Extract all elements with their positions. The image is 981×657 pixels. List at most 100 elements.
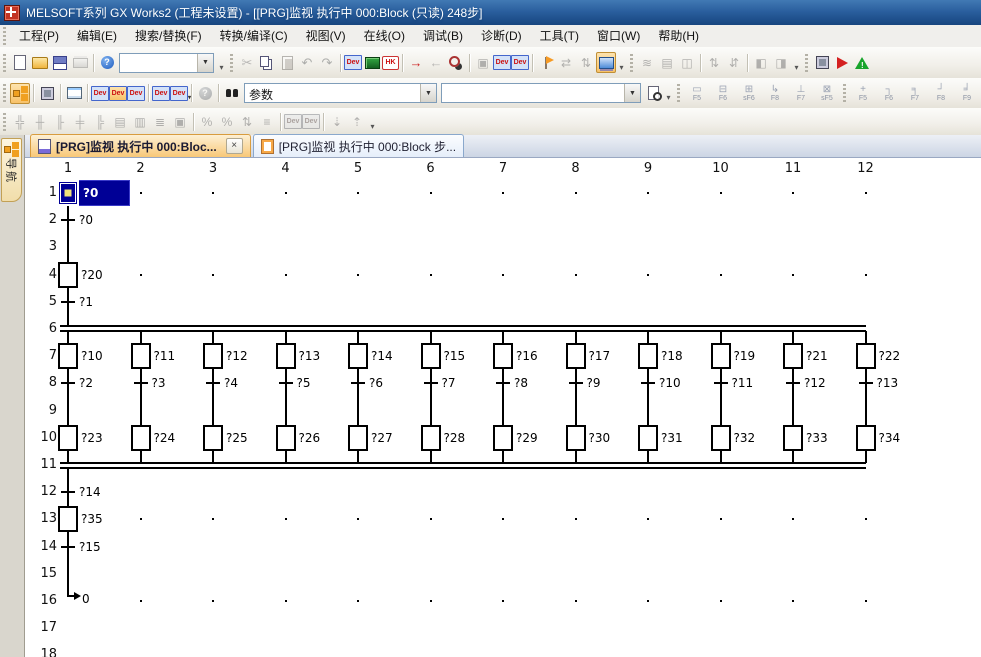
ladder-edit-b-button[interactable]: ▤ bbox=[657, 52, 677, 73]
module-configuration-button[interactable] bbox=[37, 83, 57, 104]
sfc-dummy-sf6-button[interactable]: ⊞sF6 bbox=[736, 81, 762, 105]
sfc-edit-1-button[interactable]: ╬ bbox=[10, 111, 30, 132]
redo-button[interactable]: ↷ bbox=[317, 52, 337, 73]
toolbar-overflow-button[interactable]: ▾ bbox=[367, 111, 378, 133]
sfc-line-f9-button[interactable]: ╛F9 bbox=[954, 81, 980, 105]
context-help-button[interactable] bbox=[195, 83, 215, 104]
sfc-sel-converge-f6-button[interactable]: ┐F6 bbox=[876, 81, 902, 105]
step[interactable] bbox=[276, 343, 296, 369]
snapshot-button[interactable]: ▣ bbox=[473, 52, 493, 73]
transition[interactable] bbox=[134, 382, 148, 384]
ladder-edit-c-button[interactable]: ◫ bbox=[677, 52, 697, 73]
device-reference-button[interactable]: Dev bbox=[127, 86, 145, 101]
sfc-edit-2-button[interactable]: ╫ bbox=[30, 111, 50, 132]
step[interactable] bbox=[348, 425, 368, 451]
read-from-plc-button[interactable]: ← bbox=[426, 52, 446, 73]
sfc-convert-3-button[interactable]: ⇅ bbox=[237, 111, 257, 132]
block-right-button[interactable]: ◨ bbox=[771, 52, 791, 73]
sfc-convert-1-button[interactable]: % bbox=[197, 111, 217, 132]
transition[interactable] bbox=[714, 382, 728, 384]
transition[interactable] bbox=[61, 219, 75, 221]
toolbar-overflow-button[interactable]: ▾ bbox=[791, 52, 802, 74]
transition[interactable] bbox=[351, 382, 365, 384]
sfc-sel-branch-f5-button[interactable]: +F5 bbox=[850, 81, 876, 105]
sfc-edit-7-button[interactable]: ▥ bbox=[130, 111, 150, 132]
active-document-tab[interactable]: [PRG]监视 执行中 000:Bloc...× bbox=[30, 134, 251, 157]
transition[interactable] bbox=[569, 382, 583, 384]
new-project-button[interactable] bbox=[10, 52, 30, 73]
sfc-transition-f7-button[interactable]: ⊥F7 bbox=[788, 81, 814, 105]
device-display-dropdown[interactable]: Dev bbox=[152, 86, 170, 101]
step[interactable] bbox=[638, 425, 658, 451]
sfc-par-converge-f8-button[interactable]: ┘F8 bbox=[928, 81, 954, 105]
dropdown-arrow-icon[interactable]: ▼ bbox=[420, 84, 436, 102]
menu-item-w[interactable]: 窗口(W) bbox=[588, 25, 649, 47]
ladder-edit-a-button[interactable]: ≋ bbox=[637, 52, 657, 73]
step[interactable] bbox=[566, 425, 586, 451]
write-to-plc-button[interactable]: → bbox=[406, 52, 426, 73]
menu-item-e[interactable]: 编辑(E) bbox=[68, 25, 126, 47]
save-project-button[interactable] bbox=[50, 52, 70, 73]
monitor-mode-button[interactable] bbox=[596, 52, 616, 73]
menu-item-v[interactable]: 视图(V) bbox=[297, 25, 355, 47]
transition[interactable] bbox=[859, 382, 873, 384]
sfc-dev-2-button[interactable]: Dev bbox=[302, 114, 320, 129]
find-keyword-combo[interactable]: ▼ bbox=[441, 83, 641, 103]
sfc-dev-1-button[interactable]: Dev bbox=[284, 114, 302, 129]
sfc-convert-2-button[interactable]: % bbox=[217, 111, 237, 132]
find-target-combo[interactable]: 参数▼ bbox=[244, 83, 437, 103]
step[interactable] bbox=[131, 425, 151, 451]
sfc-convert-4-button[interactable]: ≡ bbox=[257, 111, 277, 132]
sfc-edit-6-button[interactable]: ▤ bbox=[110, 111, 130, 132]
toolbar-grip[interactable] bbox=[230, 54, 233, 72]
sfc-edit-8-button[interactable]: ≣ bbox=[150, 111, 170, 132]
sfc-par-branch-f7-button[interactable]: ╕F7 bbox=[902, 81, 928, 105]
menu-grip[interactable] bbox=[3, 27, 6, 45]
sfc-edit-3-button[interactable]: ╟ bbox=[50, 111, 70, 132]
sfc-editor-canvas[interactable]: 1234567891011121234567891011121314151617… bbox=[25, 158, 981, 657]
step[interactable] bbox=[131, 343, 151, 369]
menu-item-p[interactable]: 工程(P) bbox=[10, 25, 68, 47]
transition[interactable] bbox=[496, 382, 510, 384]
menu-item-d[interactable]: 诊断(D) bbox=[472, 25, 531, 47]
toolbar-overflow-button[interactable]: ▾ bbox=[616, 52, 627, 74]
toolbar-grip[interactable] bbox=[843, 84, 846, 102]
sfc-misc-1-button[interactable]: ⇣ bbox=[327, 111, 347, 132]
toolbar-grip[interactable] bbox=[677, 84, 680, 102]
menu-item-o[interactable]: 在线(O) bbox=[355, 25, 414, 47]
navigation-window-button[interactable] bbox=[10, 83, 30, 104]
sfc-edit-9-button[interactable]: ▣ bbox=[170, 111, 190, 132]
toolbar-grip[interactable] bbox=[3, 113, 6, 131]
sfc-step-f5-button[interactable]: ▭F5 bbox=[684, 81, 710, 105]
step[interactable] bbox=[493, 425, 513, 451]
sfc-misc-2-button[interactable]: ⇡ bbox=[347, 111, 367, 132]
transition[interactable] bbox=[61, 491, 75, 493]
sfc-jump-f8-button[interactable]: ↳F8 bbox=[762, 81, 788, 105]
sfc-edit-4-button[interactable]: ╪ bbox=[70, 111, 90, 132]
dropdown-arrow-icon[interactable]: ▼ bbox=[197, 54, 213, 72]
navigation-panel-tab[interactable]: 导航 bbox=[1, 138, 22, 202]
toolbar-grip[interactable] bbox=[3, 54, 6, 72]
toolbar-grip[interactable] bbox=[3, 84, 6, 102]
verify-with-plc-button[interactable] bbox=[446, 52, 466, 73]
sfc-edit-5-button[interactable]: ╠ bbox=[90, 111, 110, 132]
device-comment-button[interactable]: Dev bbox=[344, 55, 362, 70]
intelligent-module-button[interactable] bbox=[812, 52, 832, 73]
device-write-button[interactable]: Dev bbox=[493, 55, 511, 70]
copy-button[interactable] bbox=[257, 52, 277, 73]
toolbar-overflow-button[interactable]: ▾ bbox=[216, 52, 227, 74]
device-comment-search-button[interactable]: Dev bbox=[91, 86, 109, 101]
device-batch-monitor-button[interactable]: HK bbox=[382, 56, 399, 70]
paste-button[interactable] bbox=[277, 52, 297, 73]
step[interactable] bbox=[276, 425, 296, 451]
toolbar-overflow-button[interactable]: ▾ bbox=[663, 82, 674, 104]
step[interactable] bbox=[203, 343, 223, 369]
device-test-button[interactable] bbox=[362, 52, 382, 73]
transfer-setup-button[interactable]: ⇄ bbox=[556, 52, 576, 73]
step[interactable] bbox=[421, 425, 441, 451]
sfc-block-f6-button[interactable]: ⊟F6 bbox=[710, 81, 736, 105]
menu-item-h[interactable]: 帮助(H) bbox=[649, 25, 708, 47]
toolbar-grip[interactable] bbox=[805, 54, 808, 72]
sort-up-button[interactable]: ⇅ bbox=[704, 52, 724, 73]
block-left-button[interactable]: ◧ bbox=[751, 52, 771, 73]
